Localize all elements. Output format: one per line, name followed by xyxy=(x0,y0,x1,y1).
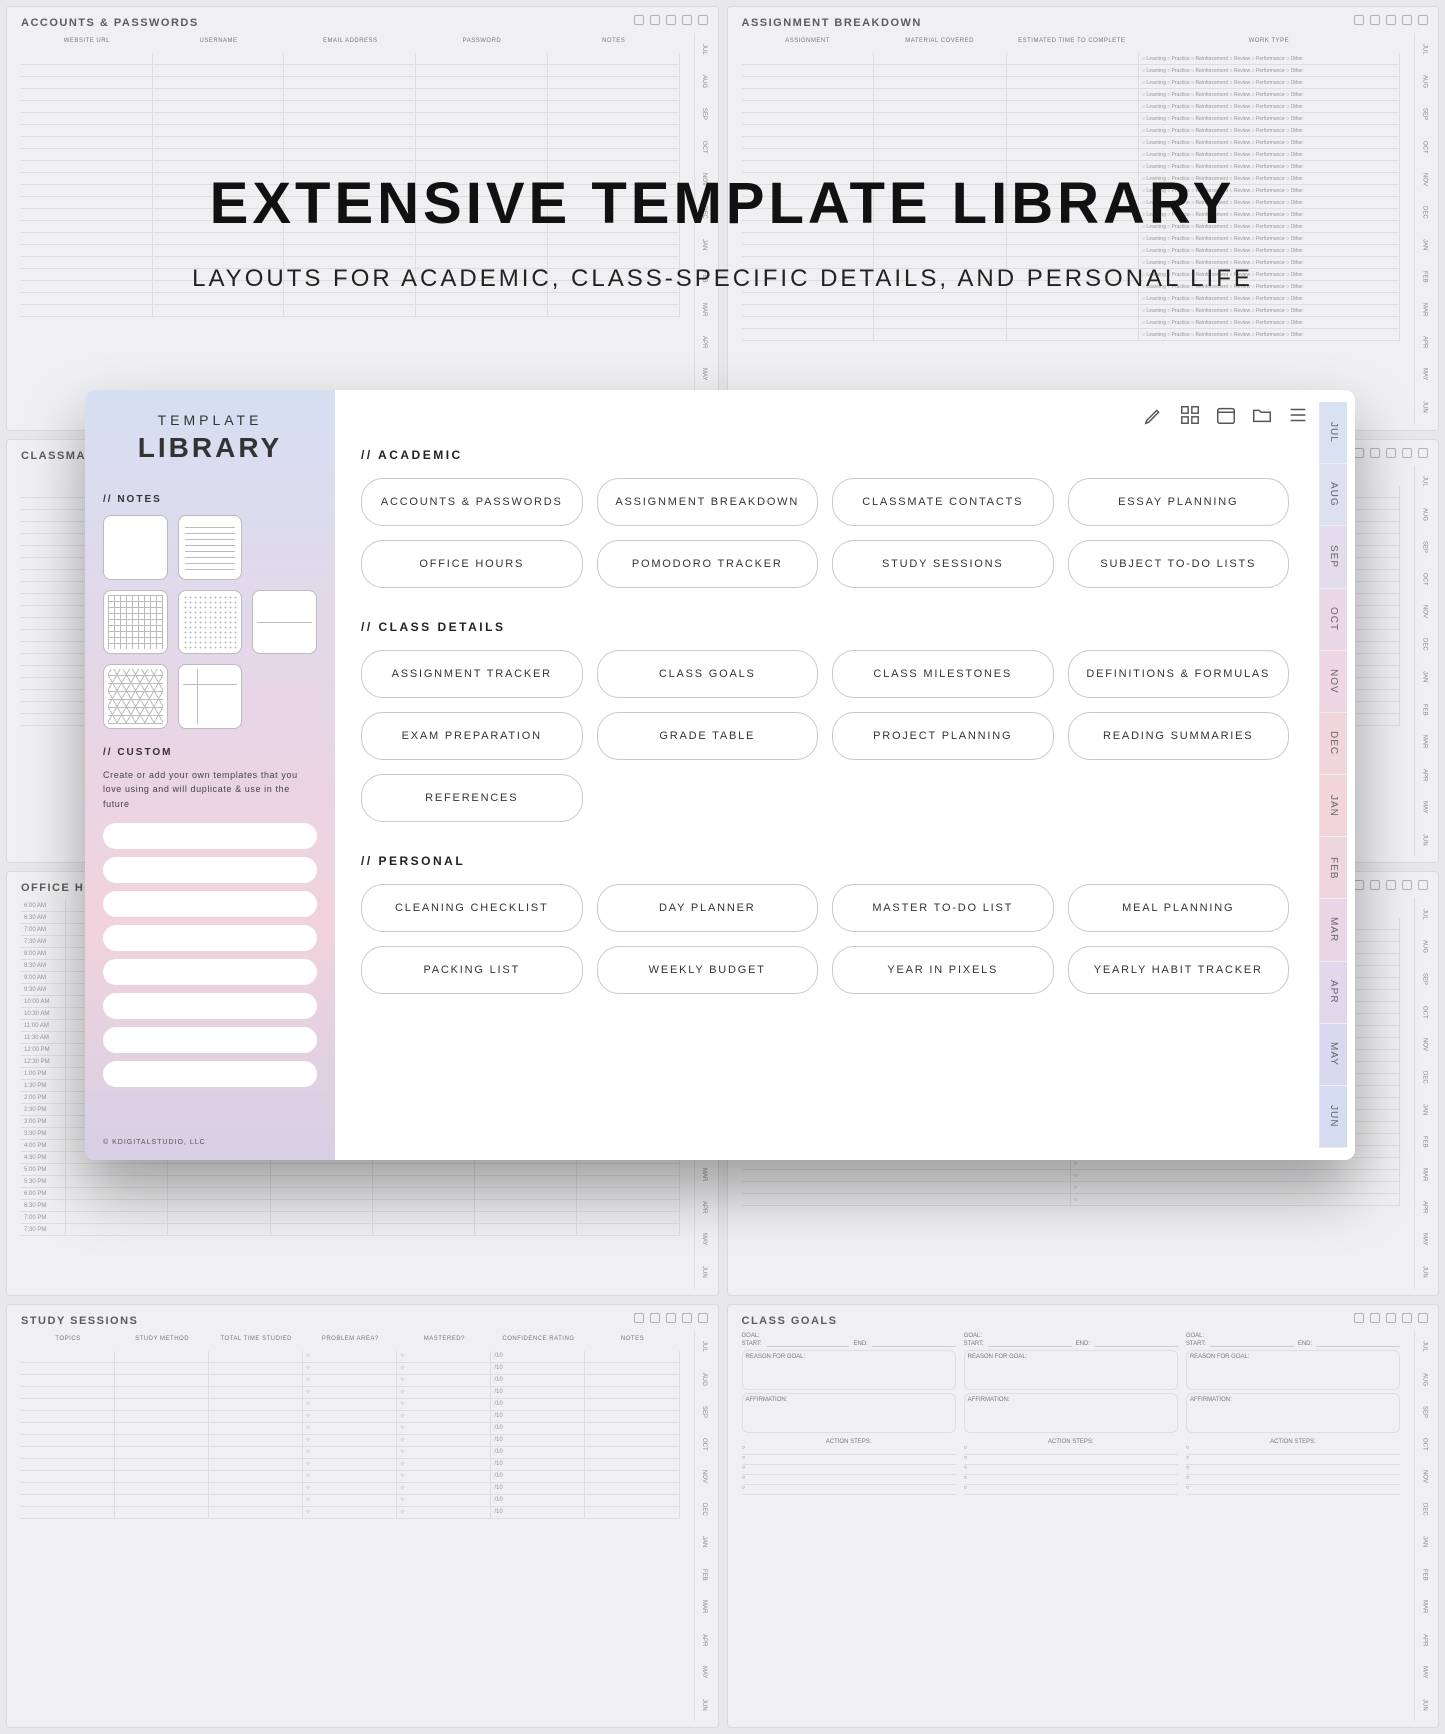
custom-slot[interactable] xyxy=(103,959,317,985)
pencil-icon[interactable] xyxy=(1143,404,1165,426)
custom-slot[interactable] xyxy=(103,1061,317,1087)
month-tab-sep[interactable]: SEP xyxy=(1320,526,1347,588)
month-tab-dec[interactable]: DEC xyxy=(1320,713,1347,775)
template-pill-class-goals[interactable]: CLASS GOALS xyxy=(597,650,819,698)
template-pill-exam-preparation[interactable]: EXAM PREPARATION xyxy=(361,712,583,760)
template-pill-definitions-formulas[interactable]: DEFINITIONS & FORMULAS xyxy=(1068,650,1290,698)
section-label: // CLASS DETAILS xyxy=(361,620,1329,634)
custom-slots xyxy=(103,823,317,1095)
custom-slot[interactable] xyxy=(103,891,317,917)
template-pill-subject-to-do-lists[interactable]: SUBJECT TO-DO LISTS xyxy=(1068,540,1290,588)
template-pill-reading-summaries[interactable]: READING SUMMARIES xyxy=(1068,712,1290,760)
note-tile-dotted[interactable] xyxy=(178,590,243,655)
template-library-card: TEMPLATE LIBRARY // NOTES // CUSTOM Crea… xyxy=(85,390,1355,1160)
custom-slot[interactable] xyxy=(103,823,317,849)
month-tabs: JULAUGSEPOCTNOVDECJANFEBMARAPRMAYJUN xyxy=(1319,402,1347,1148)
template-pill-day-planner[interactable]: DAY PLANNER xyxy=(597,884,819,932)
note-tiles-row-2 xyxy=(103,590,317,655)
note-tile-lined[interactable] xyxy=(178,515,243,580)
folder-icon[interactable] xyxy=(1251,404,1273,426)
template-pill-project-planning[interactable]: PROJECT PLANNING xyxy=(832,712,1054,760)
month-tab-jul[interactable]: JUL xyxy=(1320,402,1347,464)
custom-slot[interactable] xyxy=(103,993,317,1019)
template-pill-year-in-pixels[interactable]: YEAR IN PIXELS xyxy=(832,946,1054,994)
template-pill-yearly-habit-tracker[interactable]: YEARLY HABIT TRACKER xyxy=(1068,946,1290,994)
bg-card-class-goals: CLASS GOALS GOAL:START:END:REASON FOR GO… xyxy=(727,1304,1440,1729)
template-sections: // ACADEMIC ACCOUNTS & PASSWORDS ASSIGNMEN… xyxy=(361,448,1329,994)
note-tile-cornell[interactable] xyxy=(178,664,243,729)
sidebar-footer: © KDIGITALSTUDIO, LLC xyxy=(103,1139,317,1146)
month-tab-aug[interactable]: AUG xyxy=(1320,464,1347,526)
template-pill-assignment-breakdown[interactable]: ASSIGNMENT BREAKDOWN xyxy=(597,478,819,526)
month-tab-jun[interactable]: JUN xyxy=(1320,1086,1347,1148)
template-pill-office-hours[interactable]: OFFICE HOURS xyxy=(361,540,583,588)
month-tab-may[interactable]: MAY xyxy=(1320,1024,1347,1086)
template-pill-assignment-tracker[interactable]: ASSIGNMENT TRACKER xyxy=(361,650,583,698)
sidebar: TEMPLATE LIBRARY // NOTES // CUSTOM Crea… xyxy=(85,390,335,1160)
notes-section-label: // NOTES xyxy=(103,494,317,505)
custom-section-label: // CUSTOM xyxy=(103,747,317,758)
sidebar-title-small: TEMPLATE xyxy=(103,412,317,428)
template-pill-cleaning-checklist[interactable]: CLEANING CHECKLIST xyxy=(361,884,583,932)
month-tab-mar[interactable]: MAR xyxy=(1320,899,1347,961)
template-pill-classmate-contacts[interactable]: CLASSMATE CONTACTS xyxy=(832,478,1054,526)
template-pill-packing-list[interactable]: PACKING LIST xyxy=(361,946,583,994)
custom-slot[interactable] xyxy=(103,857,317,883)
calendar-icon[interactable] xyxy=(1215,404,1237,426)
section-label: // PERSONAL xyxy=(361,854,1329,868)
note-tile-grid[interactable] xyxy=(103,590,168,655)
note-tile-hex[interactable] xyxy=(103,664,168,729)
template-pill-accounts-passwords[interactable]: ACCOUNTS & PASSWORDS xyxy=(361,478,583,526)
month-tab-oct[interactable]: OCT xyxy=(1320,589,1347,651)
template-pill-class-milestones[interactable]: CLASS MILESTONES xyxy=(832,650,1054,698)
month-tab-apr[interactable]: APR xyxy=(1320,962,1347,1024)
template-pill-master-to-do-list[interactable]: MASTER TO-DO LIST xyxy=(832,884,1054,932)
note-tiles-row-3 xyxy=(103,664,317,729)
month-tab-jan[interactable]: JAN xyxy=(1320,775,1347,837)
sidebar-title-big: LIBRARY xyxy=(103,432,317,464)
bg-card-assignment-breakdown: ASSIGNMENT BREAKDOWN ASSIGNMENT MATERIAL… xyxy=(727,6,1440,431)
template-pill-references[interactable]: REFERENCES xyxy=(361,774,583,822)
month-tab-nov[interactable]: NOV xyxy=(1320,651,1347,713)
grid-icon[interactable] xyxy=(1179,404,1201,426)
note-tile-split[interactable] xyxy=(252,590,317,655)
bg-card-study-sessions: STUDY SESSIONS TOPICS STUDY METHOD TOTAL… xyxy=(6,1304,719,1729)
toolbar xyxy=(1143,404,1309,426)
custom-slot[interactable] xyxy=(103,925,317,951)
template-pill-weekly-budget[interactable]: WEEKLY BUDGET xyxy=(597,946,819,994)
note-tile-blank[interactable] xyxy=(103,515,168,580)
month-tab-feb[interactable]: FEB xyxy=(1320,837,1347,899)
custom-section-description: Create or add your own templates that yo… xyxy=(103,768,317,811)
template-pill-grade-table[interactable]: GRADE TABLE xyxy=(597,712,819,760)
library-main: JULAUGSEPOCTNOVDECJANFEBMARAPRMAYJUN // … xyxy=(335,390,1355,1160)
note-tiles-row-1 xyxy=(103,515,317,580)
template-pill-pomodoro-tracker[interactable]: POMODORO TRACKER xyxy=(597,540,819,588)
custom-slot[interactable] xyxy=(103,1027,317,1053)
template-pill-meal-planning[interactable]: MEAL PLANNING xyxy=(1068,884,1290,932)
template-pill-study-sessions[interactable]: STUDY SESSIONS xyxy=(832,540,1054,588)
bg-card-accounts-passwords: ACCOUNTS & PASSWORDS WEBSITE URL USERNAM… xyxy=(6,6,719,431)
menu-icon[interactable] xyxy=(1287,404,1309,426)
section-label: // ACADEMIC xyxy=(361,448,1329,462)
template-pill-essay-planning[interactable]: ESSAY PLANNING xyxy=(1068,478,1290,526)
